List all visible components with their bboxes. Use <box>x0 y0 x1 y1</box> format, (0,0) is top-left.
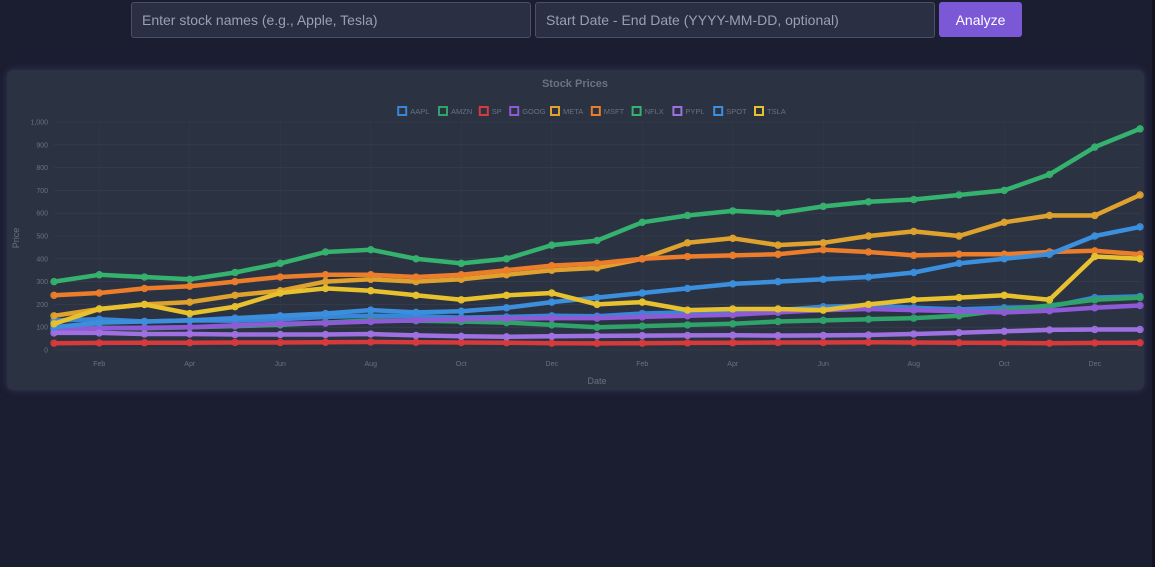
x-tick-label: Feb <box>93 361 105 368</box>
search-bar: Analyze <box>131 2 1022 38</box>
legend-swatch <box>754 106 764 116</box>
y-tick-label: 300 <box>36 279 48 286</box>
legend-item-meta[interactable]: META <box>550 106 583 116</box>
legend-swatch <box>590 106 601 116</box>
y-tick-label: 100 <box>36 325 48 332</box>
x-tick-label: Jun <box>275 361 286 368</box>
legend-item-sp[interactable]: SP <box>478 106 502 116</box>
y-tick-label: 600 <box>36 211 48 218</box>
date-range-input[interactable] <box>535 2 935 38</box>
page: Analyze Stock Prices 0 100 200 300 400 500 600… <box>0 0 1155 567</box>
legend-swatch <box>509 106 520 116</box>
legend-label: GOOG <box>522 107 546 116</box>
x-tick-label: Aug <box>908 361 921 368</box>
legend-swatch <box>631 106 642 116</box>
legend-swatch <box>550 106 560 116</box>
x-tick-label: Feb <box>636 361 648 368</box>
x-tick-label: Jun <box>818 361 829 368</box>
x-tick-label: Apr <box>727 361 739 368</box>
stock-prices-chart: Stock Prices 0 100 200 300 400 500 600 700 800 90… <box>11 78 1144 386</box>
legend-label: AMZN <box>451 107 472 116</box>
stock-prices-chart-card: Stock Prices 0 100 200 300 400 500 600 700 800 90… <box>7 70 1144 390</box>
analyze-button[interactable]: Analyze <box>939 2 1022 37</box>
y-tick-label: 700 <box>36 188 48 195</box>
legend-label: AAPL <box>410 107 429 116</box>
y-tick-label: 900 <box>36 142 48 149</box>
x-tick-label: Oct <box>456 361 467 368</box>
y-axis-label: Price <box>11 228 21 249</box>
legend-swatch <box>713 106 724 116</box>
legend-swatch <box>478 106 489 116</box>
stock-names-input[interactable] <box>131 2 531 38</box>
y-tick-label: 200 <box>36 302 48 309</box>
legend-item-amzn[interactable]: AMZN <box>438 106 472 116</box>
legend-label: TSLA <box>767 107 786 116</box>
legend-swatch <box>397 106 408 116</box>
legend-item-nflx[interactable]: NFLX <box>631 106 664 116</box>
x-tick-label: Dec <box>546 361 559 368</box>
legend-item-aapl[interactable]: AAPL <box>397 106 429 116</box>
legend-item-tsla[interactable]: TSLA <box>754 106 786 116</box>
x-tick-label: Dec <box>1089 361 1102 368</box>
legend-swatch <box>672 106 683 116</box>
series-line-sp <box>51 339 1143 346</box>
legend-label: SPOT <box>726 107 747 116</box>
x-tick-label: Oct <box>999 361 1010 368</box>
series-msft <box>50 245 1144 299</box>
x-tick-label: Aug <box>365 361 378 368</box>
x-axis-label: Date <box>587 376 606 386</box>
y-tick-label: 1,000 <box>30 120 48 127</box>
x-tick-label: Apr <box>184 361 196 368</box>
legend-label: PYPL <box>685 107 704 116</box>
series-sp <box>50 338 1144 348</box>
legend-label: NFLX <box>645 107 664 116</box>
chart-title: Stock Prices <box>542 78 608 90</box>
legend-item-msft[interactable]: MSFT <box>590 106 625 116</box>
legend-swatch <box>438 106 448 116</box>
legend-label: MSFT <box>604 107 625 116</box>
legend-label: META <box>563 107 583 116</box>
legend-item-spot[interactable]: SPOT <box>713 106 747 116</box>
y-tick-label: 0 <box>44 348 48 355</box>
y-tick-label: 500 <box>36 234 48 241</box>
chart-legend: AAPL AMZN SP GOOG META MSFT NFLX PYPL SPOT TSLA <box>397 106 786 116</box>
legend-label: SP <box>492 107 502 116</box>
y-tick-label: 400 <box>36 256 48 263</box>
y-tick-label: 800 <box>36 165 48 172</box>
legend-item-pypl[interactable]: PYPL <box>672 106 705 116</box>
legend-item-goog[interactable]: GOOG <box>509 106 546 116</box>
series-line-msft <box>51 247 1143 298</box>
